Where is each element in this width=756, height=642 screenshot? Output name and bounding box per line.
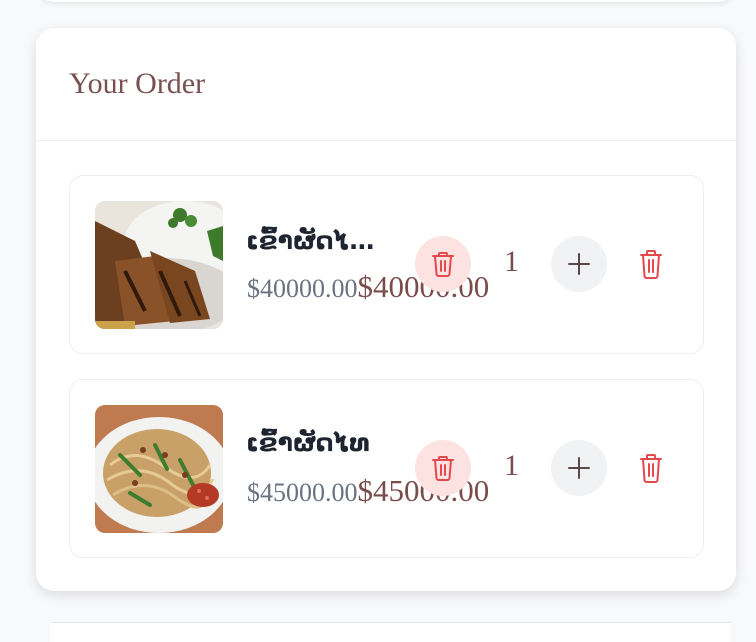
trash-icon	[432, 252, 454, 277]
order-item: ເຂົ້າຜັດໄ… $40000.00$40000.00 1	[69, 175, 704, 354]
quantity-value: 1	[504, 449, 519, 482]
increase-button[interactable]	[551, 440, 607, 496]
order-title: Your Order	[69, 67, 206, 100]
unit-price: $45000.00	[247, 478, 358, 507]
previous-section-card	[36, 0, 736, 2]
trash-icon	[640, 250, 662, 279]
item-image	[95, 405, 223, 533]
delete-item-button[interactable]	[633, 246, 669, 282]
order-card: Your Order ເຂົ້າຜັດໄ… $40000.00$40000.00…	[36, 28, 736, 591]
decrease-button[interactable]	[415, 236, 471, 292]
item-name: ເຂົ້າຜັດໄທ	[246, 428, 370, 457]
trash-icon	[432, 456, 454, 481]
grilled-chicken-rice-image	[95, 201, 223, 329]
next-section-card	[50, 622, 730, 642]
pad-thai-noodles-image	[95, 405, 223, 533]
increase-button[interactable]	[551, 236, 607, 292]
unit-price: $40000.00	[247, 274, 358, 303]
item-name: ເຂົ້າຜັດໄ…	[246, 226, 375, 255]
item-image	[95, 201, 223, 329]
order-item: ເຂົ້າຜັດໄທ $45000.00$45000.00 1	[69, 379, 704, 558]
plus-icon	[568, 253, 590, 275]
order-header: Your Order	[36, 28, 736, 141]
quantity-value: 1	[504, 245, 519, 278]
trash-icon	[640, 454, 662, 483]
delete-item-button[interactable]	[633, 450, 669, 486]
decrease-button[interactable]	[415, 440, 471, 496]
plus-icon	[568, 457, 590, 479]
